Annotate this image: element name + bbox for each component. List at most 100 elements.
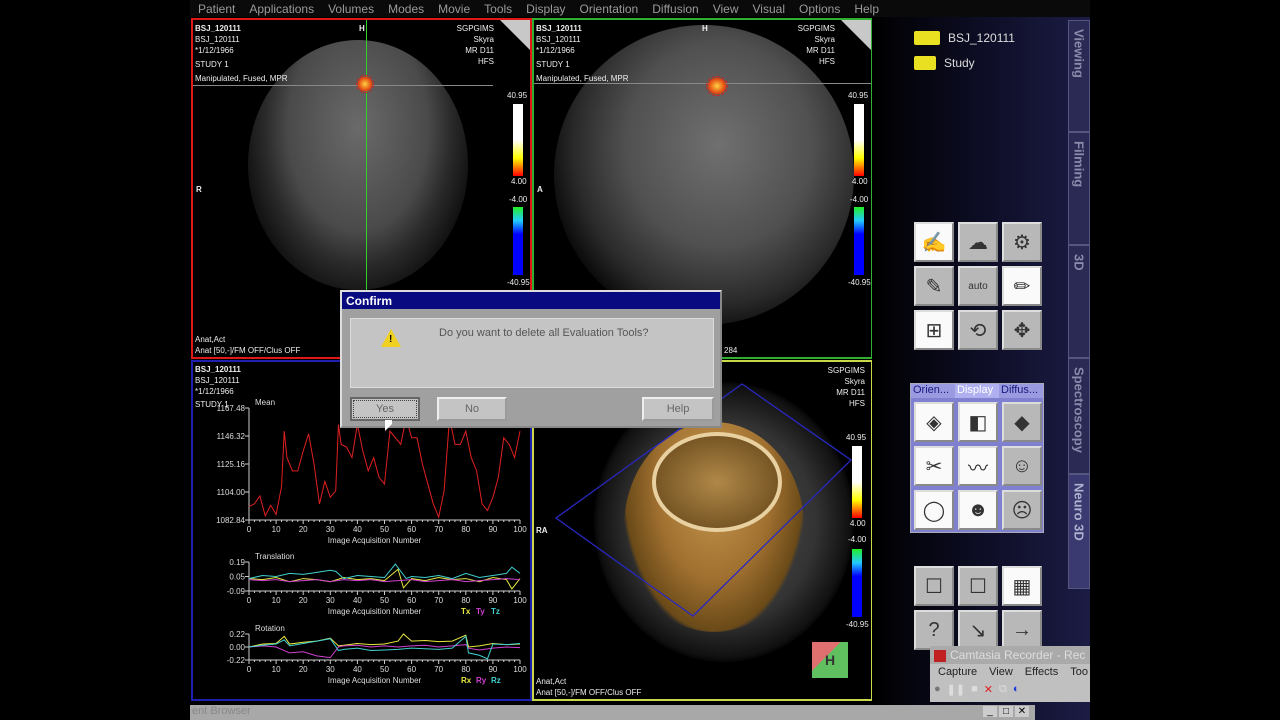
- taskbar-patient-browser[interactable]: ent Browser _ □ ✕: [190, 705, 1035, 720]
- page-corner-icon[interactable]: [841, 20, 871, 50]
- x-tick-label: 80: [461, 596, 470, 605]
- colorbar-positive: [852, 446, 862, 518]
- bottom-tool-2-icon[interactable]: ▦: [1002, 566, 1042, 606]
- display-0-icon[interactable]: ◈: [914, 402, 954, 442]
- legend-rz: Rz: [491, 676, 501, 685]
- tool-6-icon[interactable]: ⊞: [914, 310, 954, 350]
- folder-icon: [914, 31, 940, 45]
- orientation-cube-icon[interactable]: H: [812, 642, 848, 678]
- x-tick-label: 80: [461, 525, 470, 534]
- processing-label: Manipulated, Fused, MPR: [536, 74, 629, 83]
- tab-neuro-3d[interactable]: Neuro 3D: [1068, 474, 1090, 589]
- close-button[interactable]: ✕: [1015, 706, 1029, 717]
- menu-movie[interactable]: Movie: [430, 2, 476, 16]
- display-8-icon[interactable]: ☹: [1002, 490, 1042, 530]
- camtasia-menu-view[interactable]: View: [989, 666, 1013, 678]
- layer-label: Anat,Act: [195, 335, 226, 344]
- tree-item-study[interactable]: Study: [914, 56, 975, 70]
- help-button[interactable]: Help: [642, 397, 714, 421]
- tool-8-icon[interactable]: ✥: [1002, 310, 1042, 350]
- page-corner-icon[interactable]: [500, 20, 530, 50]
- camtasia-menu-effects[interactable]: Effects: [1025, 666, 1058, 678]
- menu-visual[interactable]: Visual: [745, 2, 791, 16]
- tree-label: Study: [944, 56, 975, 70]
- subtab-orientation[interactable]: Orien...: [911, 384, 955, 398]
- tool-1-icon[interactable]: ☁: [958, 222, 998, 262]
- subtab-display[interactable]: Display: [955, 384, 999, 398]
- layer-settings: Anat [50,-]/FM OFF/Clus OFF: [195, 346, 301, 355]
- bottom-tool-3-icon[interactable]: ?: [914, 610, 954, 650]
- menu-help[interactable]: Help: [846, 2, 885, 16]
- display-2-icon[interactable]: ◆: [1002, 402, 1042, 442]
- pause-icon[interactable]: ❚❚: [947, 683, 965, 696]
- menu-diffusion[interactable]: Diffusion: [644, 2, 704, 16]
- colorbar-pos: 4.00: [852, 177, 868, 186]
- institution: SGPGIMS: [797, 24, 835, 33]
- camtasia-menu-capture[interactable]: Capture: [938, 666, 977, 678]
- bottom-tool-0-icon[interactable]: ☐: [914, 566, 954, 606]
- display-4-icon[interactable]: 〰: [958, 446, 998, 486]
- display-3-icon[interactable]: ✂: [914, 446, 954, 486]
- x-axis-label: Image Acquisition Number: [328, 676, 422, 685]
- menu-applications[interactable]: Applications: [241, 2, 320, 16]
- colorbar-neg: -4.00: [850, 195, 869, 204]
- menu-modes[interactable]: Modes: [380, 2, 430, 16]
- orientation-top: H: [359, 24, 365, 33]
- patient-dob: *1/12/1966: [195, 46, 234, 55]
- menu-display[interactable]: Display: [518, 2, 571, 16]
- bottom-tool-1-icon[interactable]: ☐: [958, 566, 998, 606]
- x-tick-label: 100: [513, 525, 527, 534]
- menu-bar: Patient Applications Volumes Modes Movie Tool…: [190, 0, 1090, 17]
- legend-ry: Ry: [476, 676, 487, 685]
- maximize-button[interactable]: □: [999, 706, 1013, 717]
- scanner: Skyra: [814, 35, 835, 44]
- display-1-icon[interactable]: ◧: [958, 402, 998, 442]
- display-7-icon[interactable]: ☻: [958, 490, 998, 530]
- bottom-tool-5-icon[interactable]: →: [1002, 610, 1042, 650]
- subtab-diffusion[interactable]: Diffus...: [999, 384, 1043, 398]
- menu-options[interactable]: Options: [791, 2, 846, 16]
- tool-5-icon[interactable]: ✏: [1002, 266, 1042, 306]
- colorbar-min: -40.95: [846, 620, 869, 629]
- colorbar-pos: 4.00: [850, 519, 866, 528]
- yes-button[interactable]: Yes: [350, 397, 420, 421]
- y-tick-label: 1082.84: [216, 516, 245, 525]
- tool-4-icon[interactable]: auto: [958, 266, 998, 306]
- stop-icon[interactable]: ■: [971, 683, 978, 695]
- tab-viewing[interactable]: Viewing: [1068, 20, 1090, 132]
- minimize-button[interactable]: _: [983, 706, 997, 717]
- institution: SGPGIMS: [456, 24, 494, 33]
- tool-7-icon[interactable]: ⟲: [958, 310, 998, 350]
- x-tick-label: 0: [247, 596, 252, 605]
- tree-item-patient[interactable]: BSJ_120111: [914, 31, 1015, 45]
- study-label: STUDY 1: [195, 60, 229, 69]
- menu-tools[interactable]: Tools: [476, 2, 518, 16]
- record-icon[interactable]: ●: [934, 683, 941, 695]
- tab-3d[interactable]: 3D: [1068, 245, 1090, 358]
- delete-icon[interactable]: ✕: [984, 683, 993, 696]
- effects-icon[interactable]: ◐: [1013, 683, 1020, 695]
- patient-id: BSJ_120111: [536, 35, 581, 44]
- window-icon[interactable]: ⧉: [999, 683, 1007, 696]
- x-tick-label: 0: [247, 525, 252, 534]
- menu-patient[interactable]: Patient: [190, 2, 241, 16]
- menu-view[interactable]: View: [705, 2, 745, 16]
- menu-volumes[interactable]: Volumes: [320, 2, 380, 16]
- tool-2-icon[interactable]: ⚙: [1002, 222, 1042, 262]
- bottom-tool-4-icon[interactable]: ↘: [958, 610, 998, 650]
- x-tick-label: 70: [434, 665, 443, 674]
- x-axis-label: Image Acquisition Number: [328, 607, 422, 616]
- y-tick-label: 1167.48: [217, 404, 246, 413]
- orientation-left: R: [196, 185, 202, 194]
- camtasia-menu-too[interactable]: Too: [1070, 666, 1088, 678]
- tool-3-icon[interactable]: ✎: [914, 266, 954, 306]
- tool-0-icon[interactable]: ✍: [914, 222, 954, 262]
- tab-spectroscopy[interactable]: Spectroscopy: [1068, 358, 1090, 474]
- tab-filming[interactable]: Filming: [1068, 132, 1090, 245]
- display-5-icon[interactable]: ☺: [1002, 446, 1042, 486]
- menu-orientation[interactable]: Orientation: [572, 2, 645, 16]
- display-6-icon[interactable]: ◯: [914, 490, 954, 530]
- x-tick-label: 60: [407, 525, 416, 534]
- x-tick-label: 50: [380, 665, 389, 674]
- no-button[interactable]: No: [437, 397, 507, 421]
